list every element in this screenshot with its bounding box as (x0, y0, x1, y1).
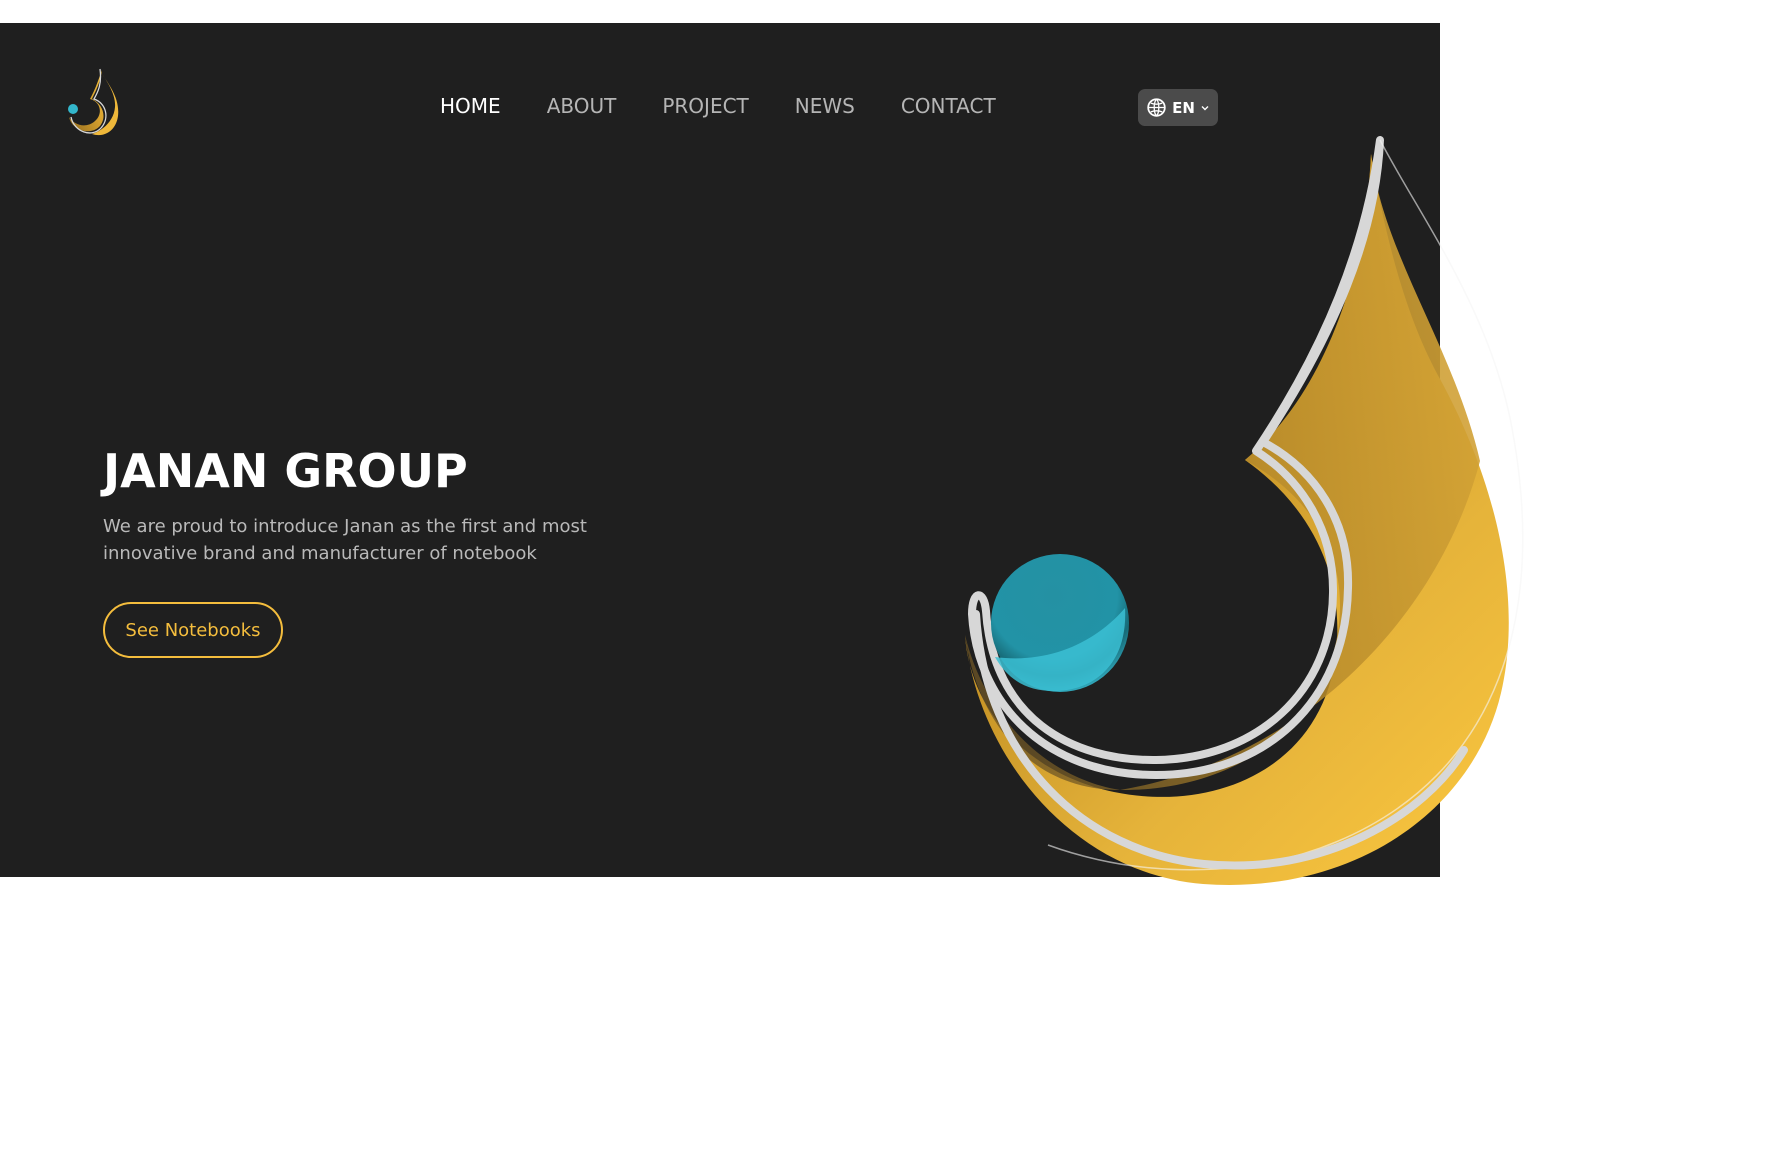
hero-description-line-1: We are proud to introduce Janan as the f… (103, 516, 587, 537)
hero-title: JANAN GROUP (103, 444, 468, 498)
nav-project[interactable]: PROJECT (662, 93, 748, 119)
see-notebooks-button[interactable]: See Notebooks (103, 602, 283, 658)
chevron-down-icon (1201, 105, 1209, 110)
nav-contact[interactable]: CONTACT (901, 93, 996, 119)
language-selector[interactable]: EN (1138, 89, 1218, 126)
hero-description-line-2: innovative brand and manufacturer of not… (103, 543, 537, 564)
brand-logo[interactable] (64, 68, 120, 136)
language-label: EN (1172, 98, 1195, 117)
janan-drop-artwork (965, 136, 1524, 885)
hero-description: We are proud to introduce Janan as the f… (103, 513, 623, 567)
nav-about[interactable]: ABOUT (547, 93, 617, 119)
main-navigation: HOME ABOUT PROJECT NEWS CONTACT (440, 93, 996, 119)
nav-home[interactable]: HOME (440, 93, 501, 119)
nav-news[interactable]: NEWS (795, 93, 855, 119)
drop-logo-icon (68, 68, 119, 136)
page: HOME ABOUT PROJECT NEWS CONTACT EN JANAN… (0, 0, 1792, 1158)
globe-icon (1147, 98, 1166, 117)
